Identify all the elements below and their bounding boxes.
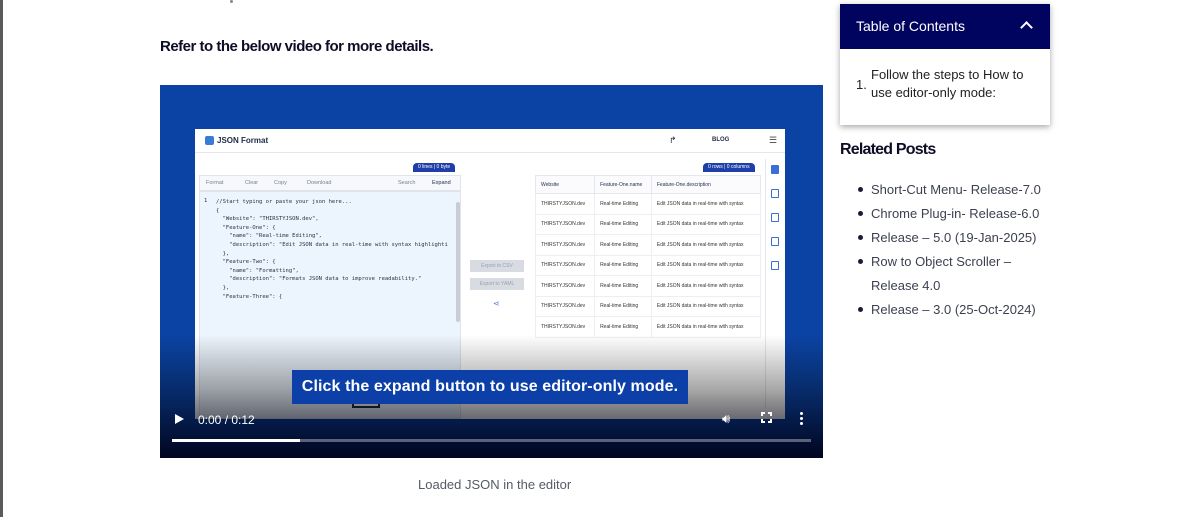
related-post-link[interactable]: Release – 5.0 (19-Jan-2025) xyxy=(858,226,1048,250)
document-icon xyxy=(771,213,779,222)
export-yaml-button: Export to YAML xyxy=(470,278,524,290)
line-number: 1 xyxy=(204,198,208,204)
clear-button: Clear xyxy=(245,180,259,186)
table-view-icon xyxy=(771,165,779,174)
table-cell: Edit JSON data in real-time with syntax xyxy=(650,275,762,297)
related-post-link[interactable]: Row to Object Scroller – Release 4.0 xyxy=(858,250,1048,298)
related-posts-title: Related Posts xyxy=(840,141,936,158)
hamburger-icon: ☰ xyxy=(769,135,778,145)
table-cell: Edit JSON data in real-time with syntax xyxy=(650,295,762,317)
table-cell: Edit JSON data in real-time with syntax xyxy=(650,234,762,256)
object-view-icon xyxy=(771,189,779,198)
table-cell: Edit JSON data in real-time with syntax xyxy=(650,193,762,215)
editor-toolbar: Format Clear Copy Download Search Expand xyxy=(199,175,461,191)
table-of-contents: Table of Contents 1. Follow the steps to… xyxy=(840,4,1050,125)
table-header-cell: Feature-One.name xyxy=(594,175,652,194)
table-cell: THIRSTYJSON.dev xyxy=(534,234,596,256)
fullscreen-icon[interactable] xyxy=(761,412,772,423)
table-cell: Edit JSON data in real-time with syntax xyxy=(650,254,762,276)
share-icon: ⋖ xyxy=(493,299,500,308)
document-icon xyxy=(771,237,779,246)
table-cell: THIRSTYJSON.dev xyxy=(534,316,596,338)
editor-code: //Start typing or paste your json here..… xyxy=(216,199,448,300)
table-cell: Real-time Editing xyxy=(594,254,652,276)
table-cell: Real-time Editing xyxy=(594,295,652,317)
page-left-border xyxy=(0,0,3,517)
toc-title: Table of Contents xyxy=(856,18,965,34)
table-header-cell: Website xyxy=(534,175,596,194)
video-progress-fill xyxy=(172,439,300,442)
format-button: Format xyxy=(206,180,224,186)
play-button[interactable] xyxy=(175,414,184,424)
volume-icon[interactable]: 🔊︎ xyxy=(722,411,730,427)
table-cell: Real-time Editing xyxy=(594,316,652,338)
table-row: THIRSTYJSON.dev Real-time Editing Edit JSO… xyxy=(534,316,762,338)
export-csv-button: Export to CSV xyxy=(470,260,524,272)
table-cell: THIRSTYJSON.dev xyxy=(534,295,596,317)
app-header: JSON Format ↱ BLOG ☰ xyxy=(195,129,785,153)
related-posts-list: Short-Cut Menu- Release-7.0 Chrome Plug-… xyxy=(858,178,1048,322)
download-button: Download xyxy=(307,180,332,186)
table-cell: Real-time Editing xyxy=(594,275,652,297)
app-blog-link: BLOG xyxy=(712,137,730,143)
table-stats-badge: 0 rows | 0 columns xyxy=(703,163,755,172)
logo-icon xyxy=(205,136,214,145)
result-table: Website Feature-One.name Feature-One.des… xyxy=(534,175,762,338)
table-row: THIRSTYJSON.dev Real-time Editing Edit JSO… xyxy=(534,254,762,276)
table-row: THIRSTYJSON.dev Real-time Editing Edit JSO… xyxy=(534,193,762,215)
video-caption: Loaded JSON in the editor xyxy=(418,477,572,492)
document-icon xyxy=(771,261,779,270)
table-cell: THIRSTYJSON.dev xyxy=(534,213,596,235)
table-cell: THIRSTYJSON.dev xyxy=(534,275,596,297)
related-post-link[interactable]: Short-Cut Menu- Release-7.0 xyxy=(858,178,1048,202)
table-row: THIRSTYJSON.dev Real-time Editing Edit JSO… xyxy=(534,295,762,317)
table-row: THIRSTYJSON.dev Real-time Editing Edit JSO… xyxy=(534,234,762,256)
decor-dot xyxy=(230,0,233,3)
table-row: THIRSTYJSON.dev Real-time Editing Edit JSO… xyxy=(534,275,762,297)
table-cell: Edit JSON data in real-time with syntax xyxy=(650,213,762,235)
video-progress-bar[interactable] xyxy=(172,439,811,442)
app-logo: JSON Format xyxy=(205,136,268,145)
table-row: THIRSTYJSON.dev Real-time Editing Edit JSO… xyxy=(534,213,762,235)
table-cell: Real-time Editing xyxy=(594,193,652,215)
toc-item-link[interactable]: Follow the steps to How to use editor-on… xyxy=(871,66,1036,102)
video-time: 0:00 / 0:12 xyxy=(198,413,255,427)
toc-header[interactable]: Table of Contents xyxy=(840,4,1050,49)
table-cell: Real-time Editing xyxy=(594,234,652,256)
chevron-up-icon[interactable] xyxy=(1020,21,1033,34)
video-player[interactable]: JSON Format ↱ BLOG ☰ 0 lines | 0 byte 0 … xyxy=(160,85,823,458)
editor-stats-badge: 0 lines | 0 byte xyxy=(413,163,456,172)
article-intro-text: Refer to the below video for more detail… xyxy=(160,38,434,55)
search-button: Search xyxy=(398,180,416,186)
table-cell: Real-time Editing xyxy=(594,213,652,235)
copy-button: Copy xyxy=(274,180,287,186)
table-cell: Edit JSON data in real-time with syntax xyxy=(650,316,762,338)
table-cell: THIRSTYJSON.dev xyxy=(534,193,596,215)
toc-item-number: 1. xyxy=(856,77,867,92)
share-arrow-icon: ↱ xyxy=(669,135,677,145)
related-post-link[interactable]: Release – 3.0 (25-Oct-2024) xyxy=(858,298,1048,322)
related-post-link[interactable]: Chrome Plug-in- Release-6.0 xyxy=(858,202,1048,226)
table-cell: THIRSTYJSON.dev xyxy=(534,254,596,276)
editor-scrollbar xyxy=(456,202,460,322)
table-header-cell: Feature-One.description xyxy=(650,175,762,194)
expand-button: Expand xyxy=(432,180,451,186)
video-overlay-caption: Click the expand button to use editor-on… xyxy=(292,370,688,404)
more-options-icon[interactable] xyxy=(800,410,804,427)
